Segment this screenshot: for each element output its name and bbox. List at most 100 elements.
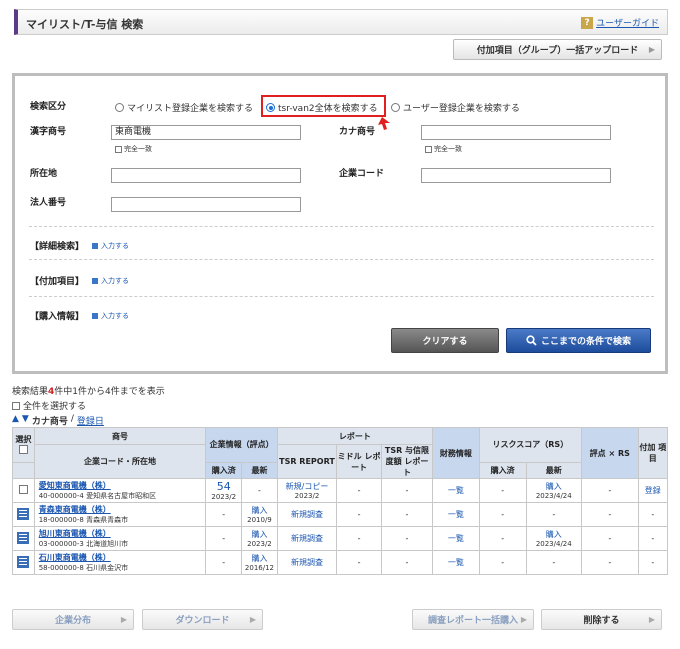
addon-input-link[interactable]: 入力する [92,276,129,286]
ci-buy-link[interactable]: 購入 [251,530,267,539]
radio-circle[interactable] [391,103,400,112]
radio-circle[interactable] [115,103,124,112]
sort-date-link[interactable]: 登録日 [77,414,104,427]
radio-user[interactable]: ユーザー登録企業を検索する [391,101,520,114]
delete-button[interactable]: 削除する ▶ [541,609,662,630]
cursor-pointer-icon [378,117,390,130]
rs-buy-link[interactable]: 購入 [546,530,562,539]
company-name-link[interactable]: 石川東商電機（株） [39,553,111,562]
rs-purchased-cell: - [478,550,527,575]
result-summary: 検索結果4件中1件から4件までを表示 [12,384,165,397]
finance-cell: 一覧 [431,478,480,503]
ci-date: 2010/9 [247,516,272,524]
tsr-link[interactable]: 新規調査 [291,558,323,567]
chevron-right-icon: ▶ [520,615,527,624]
limit-cell: - [381,502,433,527]
row-select[interactable] [12,478,35,503]
list-icon[interactable] [17,555,30,568]
sort-kana[interactable]: カナ商号 [32,414,68,427]
company-cell: 青森東商電機（株） 18-000000-8 青森県青森市 [33,502,207,527]
list-icon[interactable] [17,531,30,544]
checkbox-box[interactable] [12,401,20,410]
sort-desc-icon[interactable]: ▼ [22,414,29,427]
checkbox-box[interactable] [425,145,432,153]
ci-purchased-cell: - [205,526,243,551]
kana-exact-checkbox[interactable]: 完全一致 [425,144,462,154]
limit-cell: - [381,526,433,551]
ci-latest-cell: - [241,478,278,503]
link-label[interactable]: 入力する [101,311,129,321]
corp-number-input[interactable] [111,197,301,212]
th-code-addr: 企業コード・所在地 [33,444,207,479]
header-checkbox[interactable] [18,444,28,454]
th-addon: 付加 項目 [637,427,669,479]
row-list-icon[interactable] [12,502,35,527]
bulk-upload-button[interactable]: 付加項目（グループ）一括アップロード ▶ [453,39,662,60]
checkbox-label: 完全一致 [434,145,462,153]
tsr-cell: 新規調査 [276,502,338,527]
kanji-label: 漢字商号 [30,127,67,137]
ci-buy-link[interactable]: 購入 [251,554,267,563]
ci-buy-link[interactable]: 購入 [251,506,267,515]
link-arrow-icon [92,313,98,319]
search-panel: 検索区分 マイリスト登録企業を検索する tsr-van2全体を検索する ユーザー… [12,73,668,374]
company-name-link[interactable]: 青森東商電機（株） [39,505,111,514]
score-rs-cell: - [580,550,639,575]
bulk-report-label: 調査レポート一括購入 [427,616,518,626]
user-guide-link[interactable]: ? ユーザーガイド [581,16,659,29]
kana-label: カナ商号 [339,127,376,137]
table-row: 愛知東商電機（株） 40-000000-4 愛知県名古屋市昭和区 54 2023/2… [12,478,669,503]
kanji-input[interactable]: 東商電機 [111,125,301,140]
kana-input[interactable] [421,125,611,140]
kanji-exact-checkbox[interactable]: 完全一致 [115,144,152,154]
row-list-icon[interactable] [12,526,35,551]
company-name-link[interactable]: 愛知東商電機（株） [39,481,111,490]
company-code-input[interactable] [421,168,611,183]
results-table: 選択 商号 企業情報（評点） レポート 財務情報 リスクスコア（RS） 評点 ×… [12,427,669,575]
company-code-addr: 40-000000-4 愛知県名古屋市昭和区 [38,491,157,500]
select-all-checkbox[interactable]: 全件を選択する [12,399,86,412]
bulk-report-button[interactable]: 調査レポート一括購入 ▶ [412,609,534,630]
tsr-cell: 新規調査 [276,550,338,575]
tsr-link[interactable]: 新規調査 [291,510,323,519]
tsr-link[interactable]: 新規調査 [291,534,323,543]
list-icon[interactable] [17,507,30,520]
row-checkbox[interactable] [18,485,28,494]
addon-register-link[interactable]: 登録 [645,486,661,495]
link-label[interactable]: 入力する [101,276,129,286]
link-label[interactable]: 入力する [101,241,129,251]
ci-date: 2023/2 [247,540,272,548]
divider [29,296,654,297]
checkbox-box[interactable] [115,145,122,153]
finance-cell: 一覧 [431,502,480,527]
detail-input-link[interactable]: 入力する [92,241,129,251]
radio-mylist[interactable]: マイリスト登録企業を検索する [115,101,253,114]
finance-link[interactable]: 一覧 [448,486,464,495]
divider [29,259,654,260]
delete-label: 削除する [583,616,620,626]
search-icon [526,335,537,346]
tsr-link[interactable]: 新規/コピー [286,482,329,491]
clear-button[interactable]: クリアする [391,328,499,353]
th-ci-latest: 最新 [241,461,278,479]
rs-buy-link[interactable]: 購入 [546,482,562,491]
company-code-addr: 58-000000-8 石川県金沢市 [38,563,129,572]
company-name-link[interactable]: 旭川東商電機（株） [39,529,111,538]
address-input[interactable] [111,168,301,183]
finance-link[interactable]: 一覧 [448,534,464,543]
th-middle: ミドル レポート [336,444,382,479]
ci-date: 2016/12 [244,564,274,572]
finance-link[interactable]: 一覧 [448,510,464,519]
user-guide-label[interactable]: ユーザーガイド [596,16,659,29]
search-button[interactable]: ここまでの条件で検索 [506,328,651,353]
download-button[interactable]: ダウンロード ▶ [142,609,263,630]
purchase-input-link[interactable]: 入力する [92,311,129,321]
limit-cell: - [381,478,433,503]
corp-number-label: 法人番号 [30,198,67,208]
addon-cell: 登録 [637,478,669,503]
ci-score-link[interactable]: 54 [217,480,231,493]
row-list-icon[interactable] [12,550,35,575]
company-distribution-button[interactable]: 企業分布 ▶ [12,609,134,630]
sort-asc-icon[interactable]: ▲ [12,414,19,427]
finance-link[interactable]: 一覧 [448,558,464,567]
